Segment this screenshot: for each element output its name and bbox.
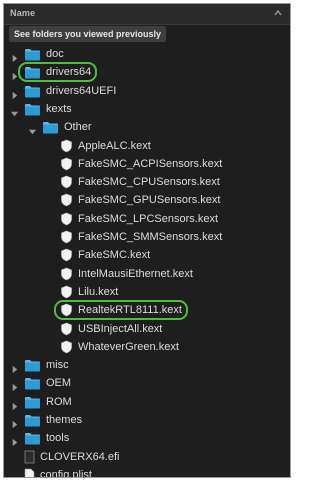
item-label: doc (46, 48, 64, 60)
name-column-label[interactable]: Name (10, 8, 35, 18)
disclosure-collapsed-icon[interactable] (10, 398, 19, 410)
folder-row[interactable]: ROM (4, 393, 290, 411)
file-row[interactable]: FakeSMC.kext (4, 246, 290, 264)
item-label: WhateverGreen.kext (78, 340, 179, 353)
disclosure-expanded-icon[interactable] (10, 105, 19, 117)
item-label: FakeSMC_CPUSensors.kext (78, 176, 220, 189)
item-label: kexts (46, 102, 72, 115)
item-label: config.plist (40, 468, 92, 478)
document-icon (24, 468, 35, 477)
file-row[interactable]: RealtekRTL8111.kext (4, 300, 290, 321)
disclosure-collapsed-icon[interactable] (10, 87, 19, 99)
disclosure-collapsed-icon[interactable] (10, 361, 19, 374)
item-label: tools (46, 432, 70, 445)
file-row[interactable]: config.plist (4, 466, 290, 478)
file-row[interactable]: USBInjectAll.kext (4, 320, 290, 338)
file-row[interactable]: CLOVERX64.efi (4, 448, 290, 466)
file-row[interactable]: FakeSMC_LPCSensors.kext (4, 210, 290, 228)
item-label: ROM (46, 395, 72, 408)
item-label: misc (46, 359, 69, 372)
column-header: Name (4, 4, 290, 25)
item-label: USBInjectAll.kext (78, 322, 163, 335)
folder-row[interactable]: doc (4, 45, 290, 63)
finder-list-window: Name See folders you viewed previously d… (3, 3, 291, 478)
file-row[interactable]: FakeSMC_CPUSensors.kext (4, 173, 290, 191)
item-label: IntelMausiEthernet.kext (78, 267, 193, 280)
file-row[interactable]: FakeSMC_ACPISensors.kext (4, 155, 290, 173)
item-label: themes (46, 414, 83, 426)
file-row[interactable]: AppleALC.kext (4, 137, 290, 155)
item-label: OEM (46, 377, 72, 390)
file-row[interactable]: WhateverGreen.kext (4, 338, 290, 356)
folder-row[interactable]: kexts (4, 100, 290, 118)
item-label: FakeSMC.kext (78, 249, 151, 262)
disclosure-collapsed-icon[interactable] (10, 434, 19, 447)
folder-row[interactable]: drivers64 (4, 62, 290, 83)
folder-row[interactable]: tools (4, 429, 290, 447)
folder-row[interactable]: Other (4, 118, 290, 136)
chevron-up-icon[interactable] (272, 7, 284, 19)
item-label: Other (64, 121, 92, 134)
item-label: FakeSMC_GPUSensors.kext (78, 194, 221, 207)
disclosure-collapsed-icon[interactable] (10, 416, 19, 429)
item-label: Lilu.kext (78, 285, 119, 298)
file-row[interactable]: FakeSMC_SMMSensors.kext (4, 228, 290, 246)
highlight-ring (18, 62, 97, 83)
folder-row[interactable]: drivers64UEFI (4, 82, 290, 100)
item-label: drivers64UEFI (46, 84, 117, 97)
folder-row[interactable]: OEM (4, 374, 290, 392)
disclosure-expanded-icon[interactable] (28, 123, 37, 135)
file-row[interactable]: IntelMausiEthernet.kext (4, 265, 290, 283)
file-row[interactable]: FakeSMC_GPUSensors.kext (4, 191, 290, 209)
item-label: FakeSMC_ACPISensors.kext (78, 157, 223, 170)
highlight-ring (54, 300, 188, 321)
disclosure-collapsed-icon[interactable] (10, 379, 19, 392)
item-label: FakeSMC_SMMSensors.kext (78, 231, 223, 243)
item-label: FakeSMC_LPCSensors.kext (78, 212, 218, 225)
file-row[interactable]: Lilu.kext (4, 283, 290, 301)
folder-row[interactable]: themes (4, 411, 290, 429)
item-label: CLOVERX64.efi (40, 450, 120, 463)
disclosure-collapsed-icon[interactable] (10, 50, 19, 63)
recent-folders-button[interactable]: See folders you viewed previously (9, 26, 167, 42)
folder-row[interactable]: misc (4, 356, 290, 374)
item-label: AppleALC.kext (78, 139, 151, 152)
